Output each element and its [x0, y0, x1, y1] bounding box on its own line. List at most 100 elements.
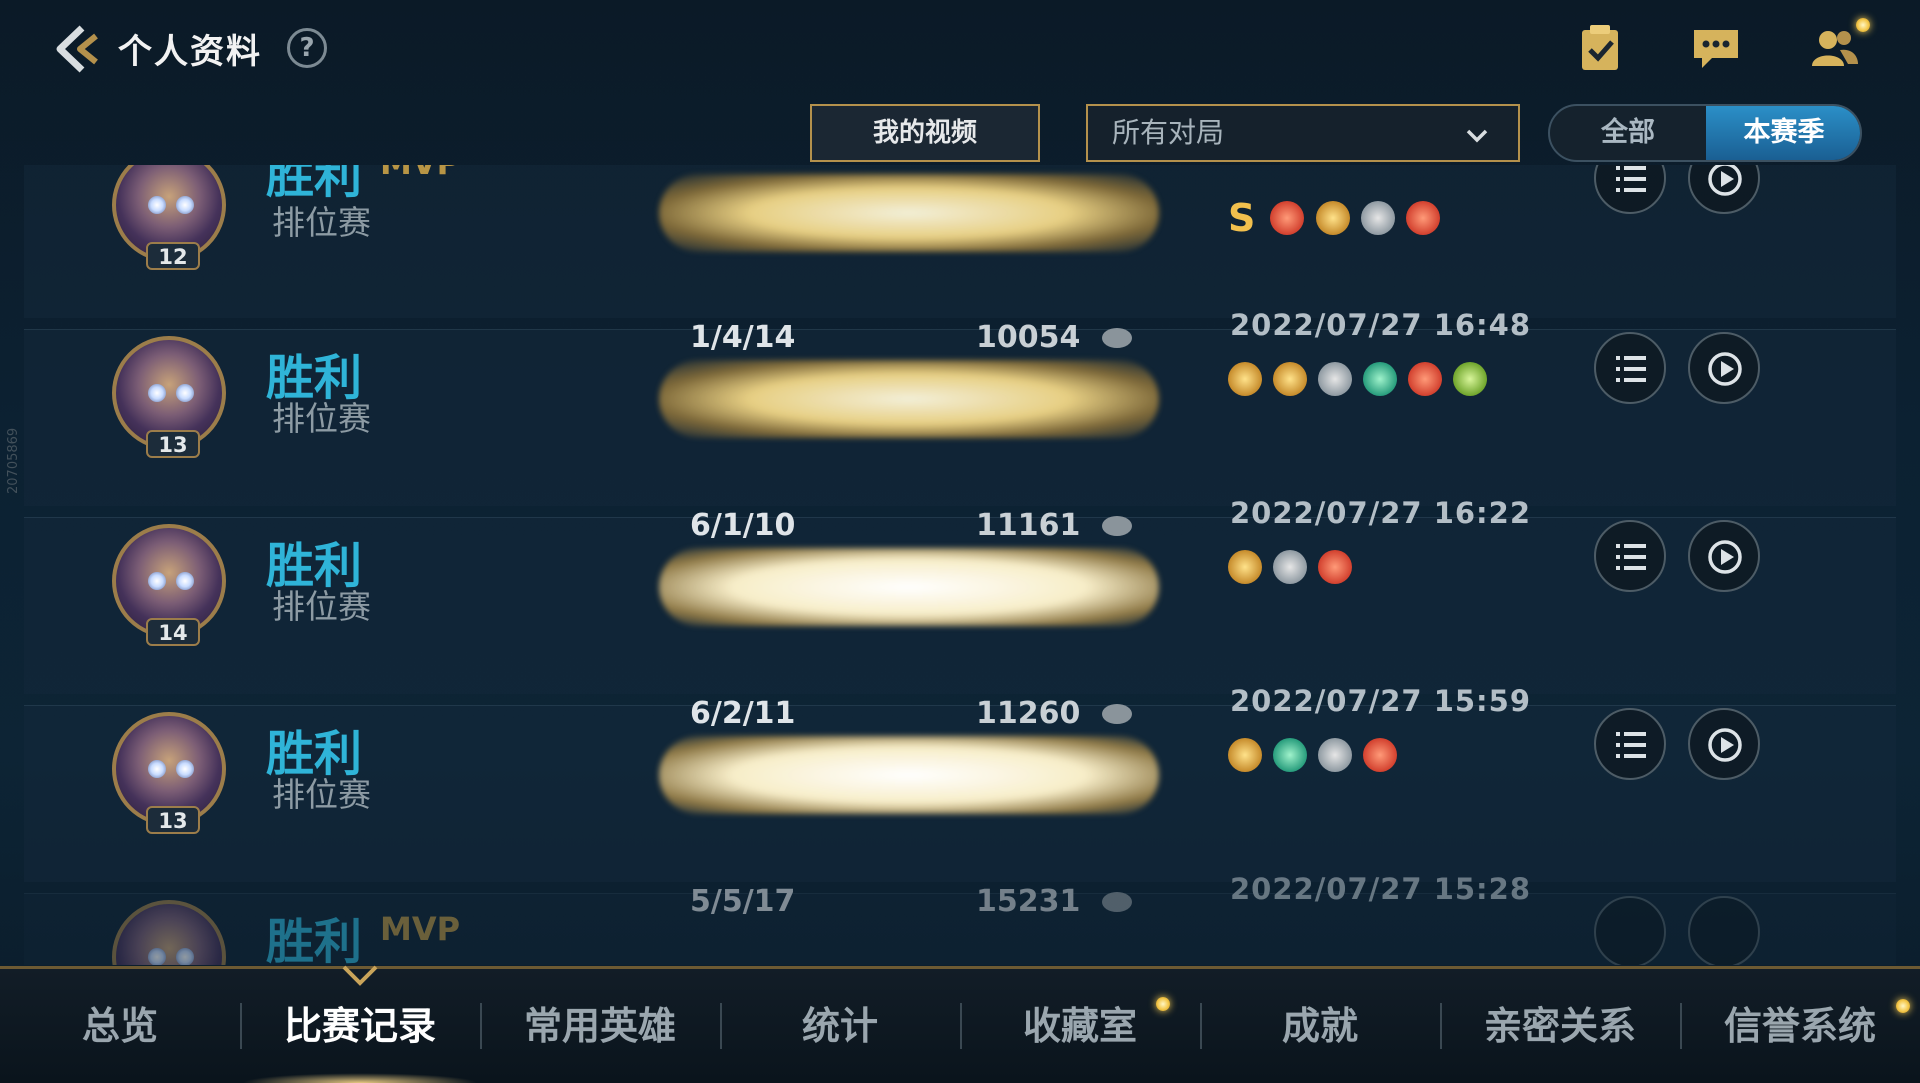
avatar-eye — [148, 760, 166, 778]
hero-avatar: 14 — [112, 524, 226, 646]
match-date: 2022/07/27 15:59 — [1230, 684, 1532, 718]
match-filter-value: 所有对局 — [1112, 116, 1225, 149]
achievement-badges: S — [1228, 196, 1446, 240]
hero-level-badge: 14 — [146, 618, 200, 646]
score-value: 11161 — [976, 508, 1081, 543]
badge-icon — [1318, 738, 1353, 772]
match-row[interactable]: 胜利 MVP 5/5/17 15231 2022/07/27 15:28 — [24, 872, 1896, 965]
tab-statistics[interactable]: 统计 — [722, 969, 958, 1083]
match-details-button[interactable] — [1594, 896, 1666, 965]
match-mode: 排位赛 — [272, 587, 371, 626]
match-list[interactable]: 12 胜利 MVP 排位赛 S 13 胜利 排位赛 1/4/14 10054 — [24, 165, 1896, 965]
season-toggle[interactable]: 全部 本赛季 — [1548, 104, 1862, 162]
match-row[interactable]: 13 胜利 排位赛 1/4/14 10054 2022/07/27 16:48 — [24, 308, 1896, 506]
notification-dot — [1156, 997, 1170, 1011]
segment-all[interactable]: 全部 — [1550, 106, 1706, 160]
badge-icon — [1318, 550, 1353, 584]
hero-avatar: 12 — [112, 165, 226, 270]
avatar-eye — [148, 948, 166, 965]
avatar-eye — [148, 196, 166, 214]
avatar-eye — [176, 384, 194, 402]
my-videos-button[interactable]: 我的视频 — [810, 104, 1040, 162]
match-details-button[interactable] — [1594, 165, 1666, 214]
hero-level-badge: 13 — [146, 806, 200, 834]
match-date: 2022/07/27 15:28 — [1230, 872, 1532, 906]
list-icon — [1616, 356, 1646, 382]
mvp-label: MVP — [380, 910, 461, 948]
match-mode: 排位赛 — [272, 203, 371, 242]
chat-icon[interactable] — [1688, 20, 1744, 76]
badge-icon — [1273, 550, 1308, 584]
match-mode: 排位赛 — [272, 775, 371, 814]
replay-icon — [1708, 352, 1742, 386]
score-value: 10054 — [976, 320, 1081, 355]
back-arrow-icon[interactable] — [48, 22, 102, 76]
kda-value: 1/4/14 — [690, 320, 796, 355]
checklist-icon[interactable] — [1572, 20, 1628, 76]
kda-value: 5/5/17 — [690, 884, 796, 919]
coin-icon — [1102, 892, 1132, 912]
match-replay-button[interactable] — [1688, 332, 1760, 404]
tab-favorite-heroes[interactable]: 常用英雄 — [482, 969, 718, 1083]
replay-icon — [1708, 728, 1742, 762]
coin-icon — [1102, 328, 1132, 348]
match-details-button[interactable] — [1594, 332, 1666, 404]
badge-icon — [1273, 738, 1308, 772]
tab-label: 比赛记录 — [283, 1004, 436, 1048]
coin-icon — [1102, 704, 1132, 724]
segment-this-season[interactable]: 本赛季 — [1706, 106, 1860, 160]
avatar-eye — [176, 948, 194, 965]
badge-icon — [1453, 362, 1488, 396]
tab-achievements[interactable]: 成就 — [1202, 969, 1438, 1083]
side-id-label: 20705869 — [6, 427, 21, 494]
redacted-stats — [659, 548, 1159, 626]
match-date: 2022/07/27 16:22 — [1230, 496, 1532, 530]
avatar-eye — [176, 572, 194, 590]
tab-overview[interactable]: 总览 — [2, 969, 238, 1083]
tab-relationships[interactable]: 亲密关系 — [1442, 969, 1678, 1083]
bottom-tab-bar: 总览 比赛记录 常用英雄 统计 收藏室 成就 亲密关系 信誉系统 — [0, 965, 1920, 1083]
notification-dot — [1856, 18, 1870, 32]
mvp-label: MVP — [380, 165, 460, 182]
badge-icon — [1270, 201, 1305, 235]
badge-icon — [1273, 362, 1308, 396]
avatar-eye — [176, 760, 194, 778]
avatar-eye — [148, 384, 166, 402]
match-mode: 排位赛 — [272, 399, 371, 438]
page-title: 个人资料 — [118, 32, 262, 72]
match-row[interactable]: 13 胜利 排位赛 6/2/11 11260 2022/07/27 15:59 — [24, 684, 1896, 882]
match-details-button[interactable] — [1594, 520, 1666, 592]
badge-icon — [1228, 362, 1262, 396]
badge-icon — [1405, 201, 1440, 235]
match-row[interactable]: 14 胜利 排位赛 6/1/10 11161 2022/07/27 16:22 — [24, 496, 1896, 694]
match-date: 2022/07/27 16:48 — [1230, 308, 1532, 342]
replay-icon — [1708, 165, 1742, 196]
achievement-badges — [1228, 738, 1403, 778]
replay-icon — [1708, 540, 1742, 574]
kda-value: 6/1/10 — [690, 508, 796, 543]
redacted-stats — [659, 174, 1159, 252]
hero-level-badge: 13 — [146, 430, 200, 458]
score-value: 11260 — [976, 696, 1081, 731]
match-replay-button[interactable] — [1688, 896, 1760, 965]
badge-icon — [1408, 362, 1443, 396]
friends-icon[interactable] — [1806, 20, 1862, 76]
score-value: 15231 — [976, 884, 1081, 919]
avatar-eye — [148, 572, 166, 590]
tab-collection[interactable]: 收藏室 — [962, 969, 1198, 1083]
match-row[interactable]: 12 胜利 MVP 排位赛 S — [24, 165, 1896, 318]
tab-credit-system[interactable]: 信誉系统 — [1682, 969, 1918, 1083]
tab-match-history[interactable]: 比赛记录 — [242, 965, 478, 1083]
badge-icon — [1360, 201, 1395, 235]
help-icon[interactable]: ? — [287, 28, 327, 68]
achievement-badges — [1228, 550, 1358, 590]
top-bar: 个人资料 ? — [0, 0, 1920, 110]
match-details-button[interactable] — [1594, 708, 1666, 780]
active-tab-caret-icon — [342, 965, 378, 986]
badge-icon — [1228, 550, 1262, 584]
match-filter-select[interactable]: 所有对局 — [1086, 104, 1520, 162]
match-replay-button[interactable] — [1688, 165, 1760, 214]
match-replay-button[interactable] — [1688, 708, 1760, 780]
match-replay-button[interactable] — [1688, 520, 1760, 592]
grade-label: S — [1228, 196, 1256, 240]
